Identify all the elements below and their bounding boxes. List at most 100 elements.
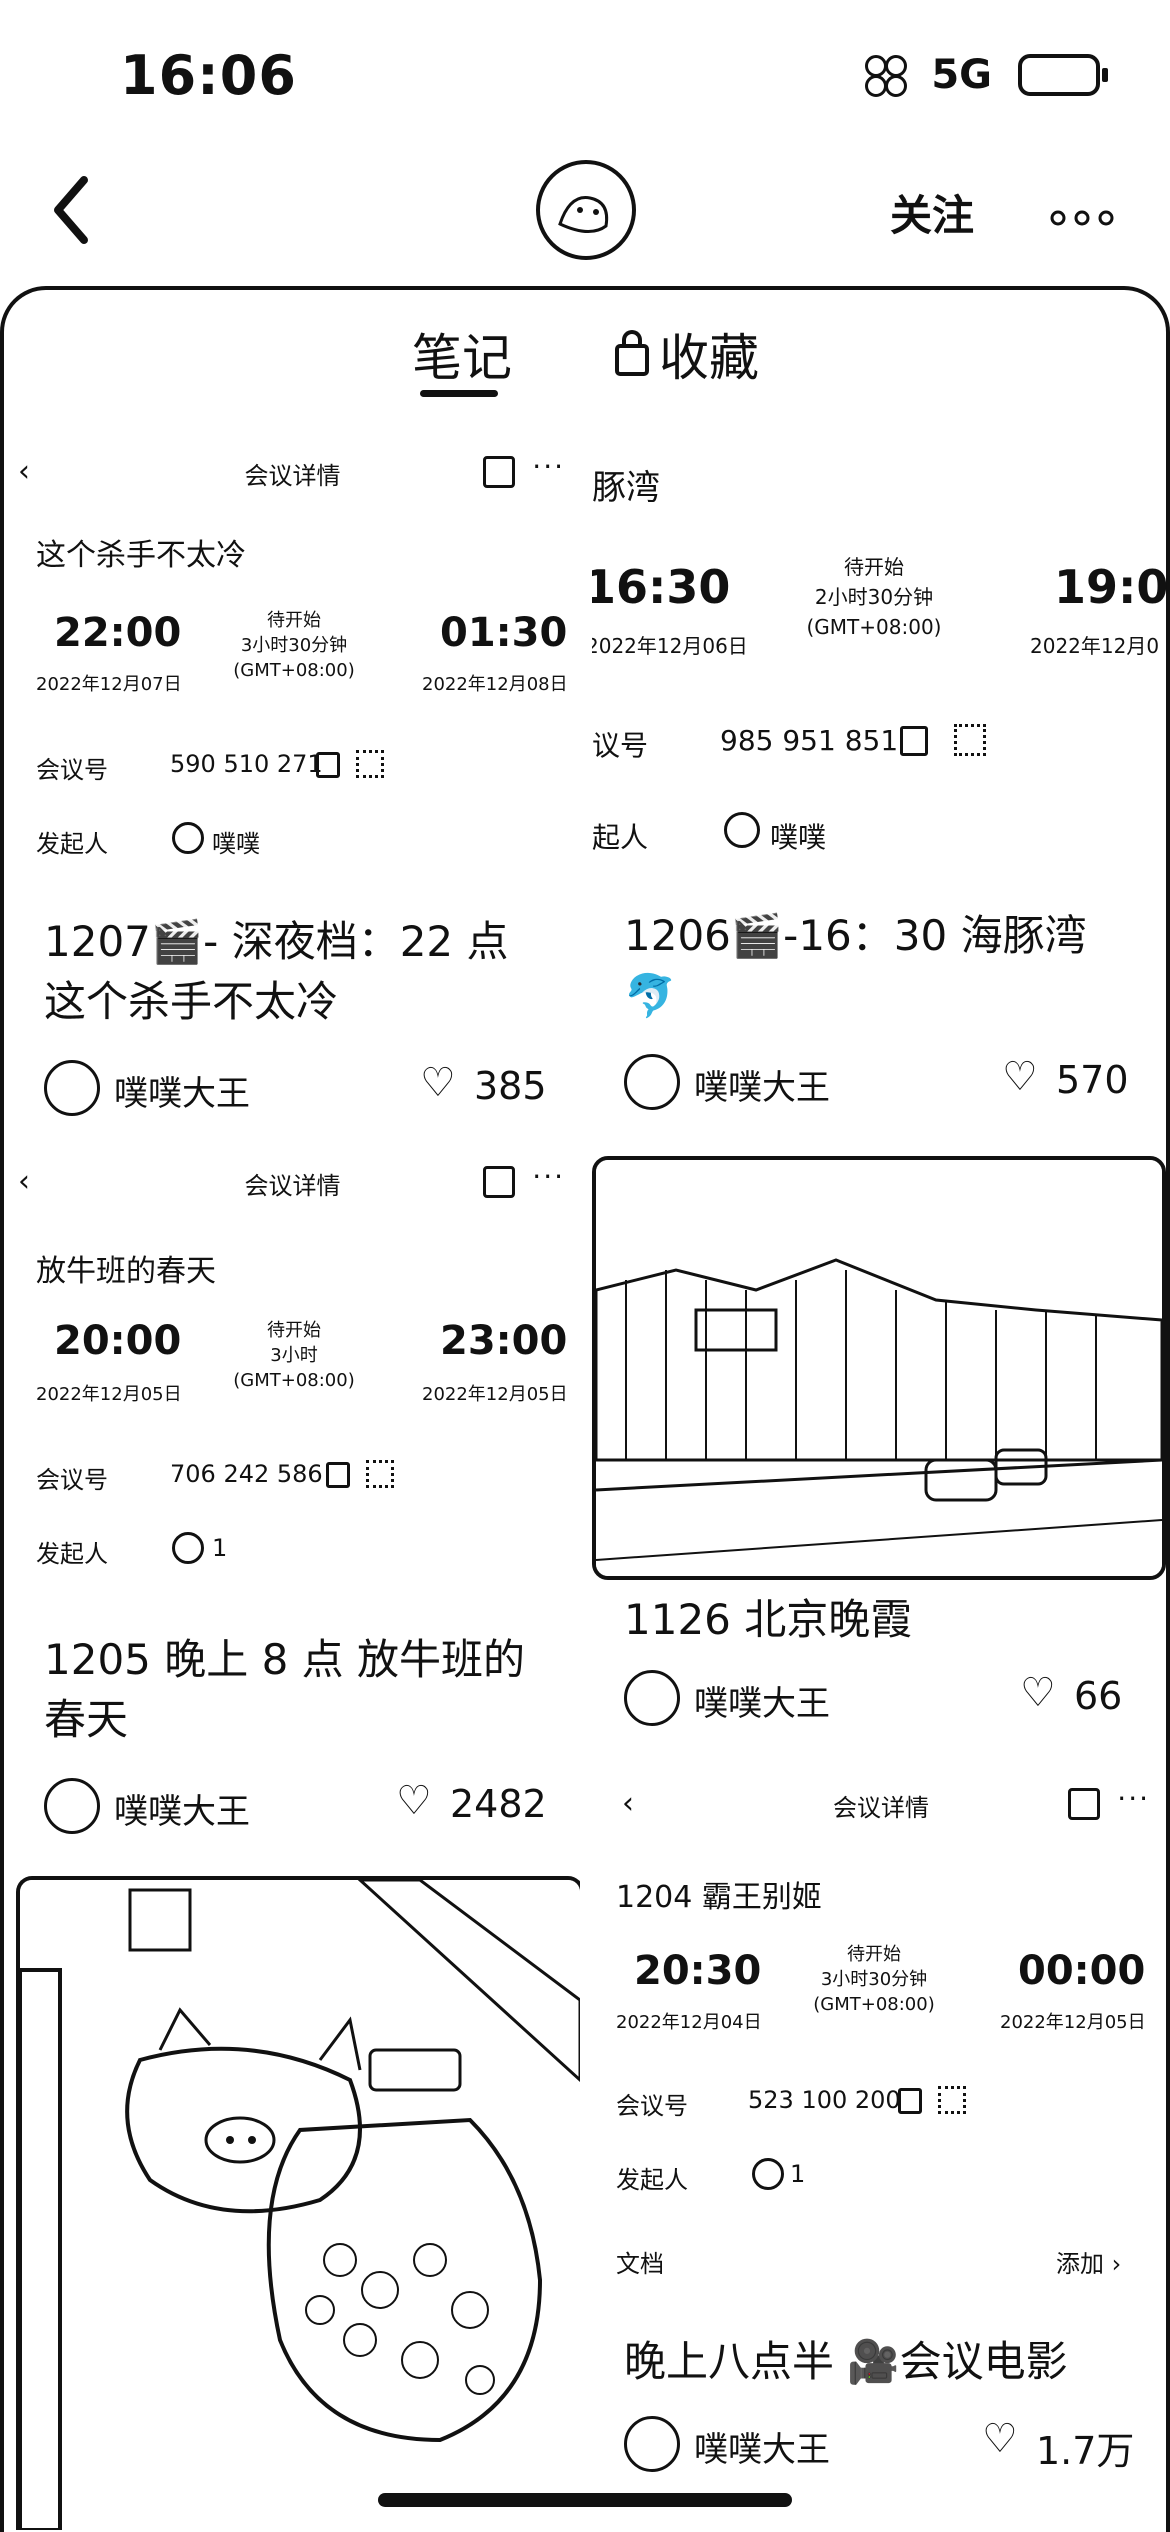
- host-avatar: [752, 2158, 784, 2190]
- timezone-text: (GMT+08:00): [813, 1994, 935, 2015]
- timezone-text: (GMT+08:00): [233, 660, 355, 681]
- start-date: 2022年12月04日: [616, 2012, 762, 2033]
- meeting-id-label: 会议号: [36, 756, 108, 784]
- like-count: 66: [1074, 1674, 1123, 1718]
- end-date: 2022年12月0: [1030, 634, 1160, 658]
- author-avatar: [44, 1778, 100, 1834]
- host-label: 起人: [592, 821, 649, 854]
- meeting-name: 豚湾: [592, 468, 660, 508]
- meeting-status: 待开始 2小时30分钟 (GMT+08:00): [794, 552, 954, 642]
- heart-icon[interactable]: ♡: [396, 1778, 432, 1824]
- note-card[interactable]: ‹ 会议详情 ··· 放牛班的春天 20:00 2022年12月05日 待开始 …: [0, 1158, 585, 1838]
- like-count: 570: [1056, 1058, 1129, 1102]
- note-title: 1205 晚上 8 点 放牛班的春天: [44, 1635, 526, 1744]
- battery-icon: [1018, 54, 1108, 96]
- chevron-left-icon: [54, 176, 88, 244]
- duration-text: 2小时30分钟: [814, 585, 934, 609]
- host-avatar: [724, 812, 760, 848]
- start-date: 2022年12月07日: [36, 674, 182, 695]
- network-label: 5G: [931, 52, 992, 98]
- qr-code-icon: [366, 1460, 394, 1488]
- pig-doll-image: [20, 1880, 580, 2530]
- profile-avatar[interactable]: [536, 160, 636, 260]
- add-doc-link[interactable]: 添加 ›: [1056, 2244, 1121, 2279]
- author-avatar: [624, 2416, 680, 2472]
- status-time: 16:06: [120, 44, 297, 107]
- back-button[interactable]: [44, 170, 104, 250]
- meeting-header: ‹ 会议详情 ···: [0, 1158, 585, 1208]
- author-name: 噗噗大王: [114, 1792, 250, 1832]
- host-label: 发起人: [36, 830, 108, 858]
- street-scene-image: [596, 1160, 1162, 1576]
- note-title: 1126 北京晚霞: [624, 1595, 913, 1644]
- more-dots-icon: ···: [532, 450, 565, 483]
- note-card[interactable]: 豚湾 16:30 2022年12月06日 待开始 2小时30分钟 (GMT+08…: [592, 448, 1170, 1128]
- end-date: 2022年12月08日: [422, 674, 568, 695]
- tab-notes[interactable]: 笔记: [412, 318, 512, 390]
- duration-text: 3小时30分钟: [240, 635, 348, 656]
- meeting-id: 985 951 851: [720, 724, 899, 757]
- timezone-text: (GMT+08:00): [806, 615, 942, 639]
- heart-icon[interactable]: ♡: [1020, 1670, 1056, 1716]
- status-text: 待开始: [267, 1320, 321, 1341]
- end-time: 19:0: [1054, 560, 1169, 614]
- note-card[interactable]: 1126 北京晚霞 噗噗大王 ♡ 66: [592, 1150, 1170, 1750]
- meeting-id-label: 议号: [592, 729, 649, 762]
- meeting-status: 待开始 3小时30分钟 (GMT+08:00): [794, 1942, 954, 2017]
- end-time: 00:00: [1018, 1948, 1146, 1994]
- like-count: 2482: [450, 1782, 547, 1826]
- heart-icon[interactable]: ♡: [420, 1060, 456, 1106]
- heart-icon[interactable]: ♡: [982, 2416, 1018, 2462]
- author-name: 噗噗大王: [114, 1074, 250, 1114]
- qr-code-icon: [954, 724, 986, 756]
- qr-code-icon: [938, 2086, 966, 2114]
- lock-icon: [615, 330, 649, 376]
- end-time: 23:00: [440, 1318, 568, 1364]
- start-date: 2022年12月05日: [36, 1384, 182, 1405]
- author-avatar: [624, 1670, 680, 1726]
- share-icon: [1068, 1788, 1100, 1820]
- note-card[interactable]: [16, 1876, 580, 2532]
- author-avatar: [624, 1054, 680, 1110]
- note-photo: [16, 1876, 580, 2530]
- copy-icon: [898, 2088, 922, 2114]
- duration-text: 3小时: [270, 1345, 318, 1366]
- share-icon: [483, 456, 515, 488]
- host-name: 噗噗: [770, 821, 827, 854]
- tab-favorites[interactable]: 收藏: [615, 318, 759, 390]
- meeting-id: 523 100 200: [748, 2086, 901, 2114]
- note-photo: [592, 1156, 1166, 1580]
- note-card[interactable]: ‹ 会议详情 ··· 1204 霸王别姬 20:30 2022年12月04日 待…: [592, 1780, 1170, 2480]
- author-name: 噗噗大王: [694, 2430, 830, 2470]
- more-dots-icon: ···: [1117, 1782, 1150, 1815]
- note-card[interactable]: ‹ 会议详情 ··· 这个杀手不太冷 22:00 2022年12月07日 待开始…: [0, 448, 585, 1128]
- share-icon: [483, 1166, 515, 1198]
- heart-icon[interactable]: ♡: [1002, 1054, 1038, 1100]
- meeting-header: ‹ 会议详情 ···: [592, 1780, 1170, 1830]
- end-date: 2022年12月05日: [1000, 2012, 1146, 2033]
- host-label: 发起人: [36, 1540, 108, 1568]
- host-name: 1: [212, 1534, 228, 1562]
- start-date: 2022年12月06日: [592, 634, 748, 658]
- like-count: 1.7万: [1036, 2429, 1135, 2473]
- end-date: 2022年12月05日: [422, 1384, 568, 1405]
- duration-text: 3小时30分钟: [820, 1969, 928, 1990]
- signal-icon: [865, 55, 908, 97]
- meeting-id: 590 510 271: [170, 750, 323, 778]
- qr-code-icon: [356, 750, 384, 778]
- meeting-id: 706 242 586: [170, 1460, 323, 1488]
- meeting-status: 待开始 3小时30分钟 (GMT+08:00): [214, 608, 374, 683]
- avatar-sketch-icon: [558, 196, 609, 233]
- host-name: 1: [790, 2160, 806, 2188]
- host-avatar: [172, 822, 204, 854]
- timezone-text: (GMT+08:00): [233, 1370, 355, 1391]
- follow-button[interactable]: 关注: [890, 182, 974, 243]
- more-button[interactable]: [1050, 188, 1114, 239]
- copy-icon: [326, 1462, 350, 1488]
- note-title: 晚上八点半 🎥会议电影: [624, 2337, 1068, 2386]
- host-avatar: [172, 1532, 204, 1564]
- note-title: 1206🎬-16：30 海豚湾 🐬: [624, 911, 1087, 1020]
- tab-favorites-label: 收藏: [659, 329, 759, 387]
- status-text: 待开始: [844, 555, 904, 579]
- start-time: 20:00: [54, 1318, 182, 1364]
